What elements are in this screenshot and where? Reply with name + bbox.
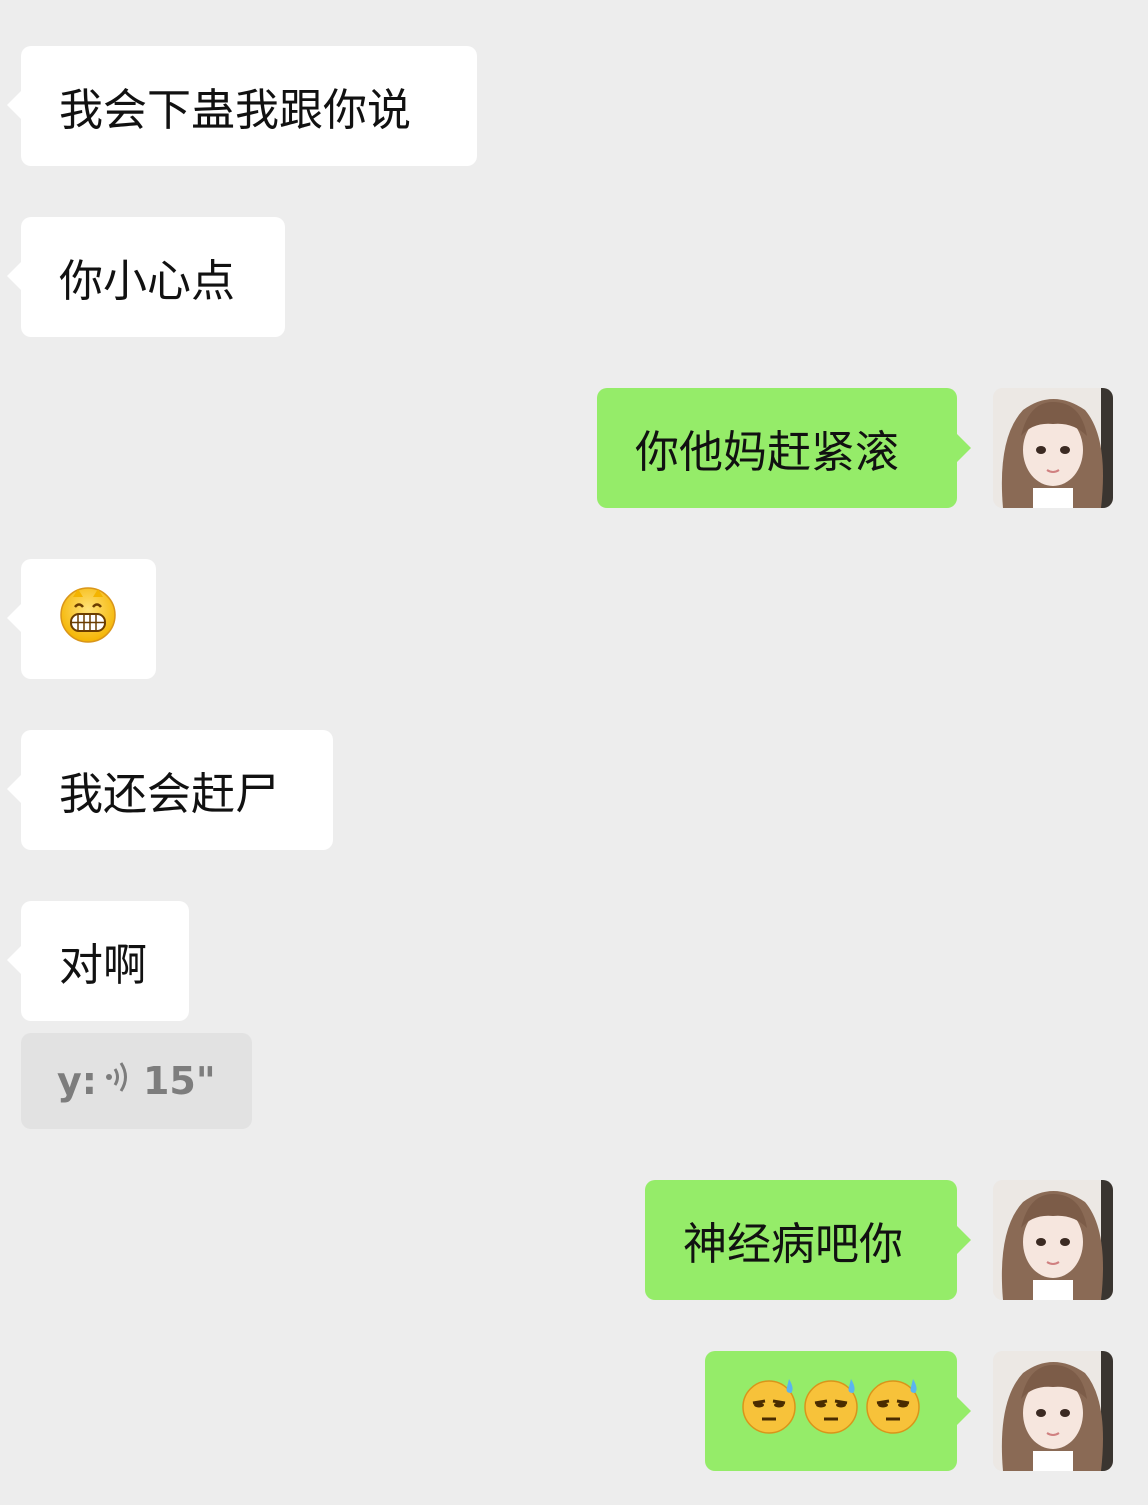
outgoing-bubble[interactable] (705, 1351, 957, 1471)
bubble-tail (7, 91, 21, 119)
sweat-face-emoji (803, 1377, 861, 1446)
message-text: 你小心点 (59, 256, 235, 307)
message-text: 神经病吧你 (683, 1219, 903, 1270)
avatar[interactable] (993, 388, 1113, 508)
bubble-tail (7, 775, 21, 803)
grinning-face-emoji (59, 585, 117, 654)
incoming-bubble[interactable] (21, 559, 156, 679)
incoming-bubble[interactable]: 对啊 (21, 901, 189, 1021)
sweat-face-emoji (741, 1377, 799, 1446)
incoming-bubble[interactable]: 你小心点 (21, 217, 285, 337)
incoming-bubble[interactable]: 我会下蛊我跟你说 (21, 46, 477, 166)
voice-prefix: y: (57, 1059, 97, 1103)
bubble-tail (7, 262, 21, 290)
bubble-tail (7, 946, 21, 974)
sweat-face-emoji (865, 1377, 923, 1446)
bubble-tail (957, 1397, 971, 1425)
outgoing-bubble[interactable]: 神经病吧你 (645, 1180, 957, 1300)
bubble-tail (957, 1226, 971, 1254)
outgoing-bubble[interactable]: 你他妈赶紧滚 (597, 388, 957, 508)
incoming-bubble[interactable]: 我还会赶尸 (21, 730, 333, 850)
message-text: 对啊 (59, 940, 147, 991)
message-text: 你他妈赶紧滚 (635, 427, 899, 478)
voice-message[interactable]: y: 15" (21, 1033, 252, 1129)
avatar[interactable] (993, 1351, 1113, 1471)
avatar[interactable] (993, 1180, 1113, 1300)
message-text: 我会下蛊我跟你说 (59, 85, 411, 136)
voice-wave-icon (105, 1059, 133, 1104)
voice-duration: 15" (142, 1059, 216, 1103)
message-text: 我还会赶尸 (59, 769, 279, 820)
bubble-tail (957, 434, 971, 462)
bubble-tail (7, 604, 21, 632)
